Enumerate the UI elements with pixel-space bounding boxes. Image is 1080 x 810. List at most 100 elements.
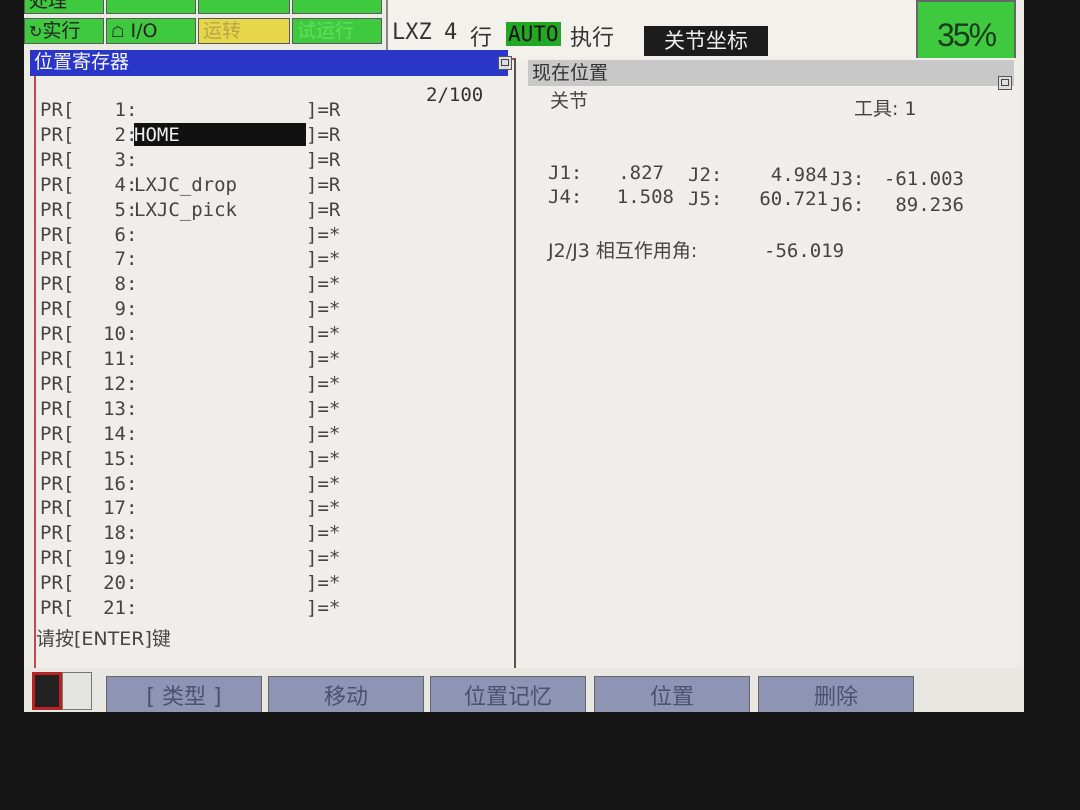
process-button[interactable]: 处理 bbox=[24, 0, 104, 14]
register-comment[interactable] bbox=[134, 447, 306, 470]
register-number: 21 bbox=[103, 597, 126, 619]
register-colon: : bbox=[126, 323, 138, 346]
register-number: 6 bbox=[114, 223, 126, 246]
register-row[interactable]: PR[18:]=* bbox=[40, 521, 340, 546]
io-status[interactable]: ☖ I/O bbox=[106, 18, 196, 44]
register-prefix: PR[ bbox=[40, 372, 75, 395]
register-comment[interactable]: LXJC_pick bbox=[134, 198, 306, 221]
f3-record-button[interactable]: 位置记忆 bbox=[430, 676, 586, 712]
register-comment[interactable] bbox=[134, 496, 306, 519]
register-number: 11 bbox=[103, 348, 126, 370]
execute-icon: ↻ bbox=[29, 22, 43, 41]
register-row[interactable]: PR[2:HOME]=R bbox=[40, 122, 340, 148]
prev-page-indicator[interactable] bbox=[32, 672, 62, 710]
register-row[interactable]: PR[10:]=* bbox=[40, 322, 340, 347]
register-comment[interactable] bbox=[134, 596, 306, 619]
register-colon: : bbox=[126, 372, 138, 395]
register-row[interactable]: PR[20:]=* bbox=[40, 571, 340, 596]
register-number: 2 bbox=[114, 123, 126, 146]
register-row[interactable]: PR[14:]=* bbox=[40, 422, 340, 447]
register-status: ]=* bbox=[306, 348, 341, 370]
register-status: ]=* bbox=[306, 397, 341, 420]
register-colon: : bbox=[126, 348, 138, 370]
register-row[interactable]: PR[16:]=* bbox=[40, 472, 340, 497]
register-comment[interactable] bbox=[134, 322, 306, 345]
register-prefix: PR[ bbox=[40, 223, 75, 246]
status-slot-4[interactable] bbox=[292, 0, 382, 14]
joint-value: -61.003 bbox=[883, 168, 964, 190]
enter-prompt: 请按[ENTER]键 bbox=[36, 628, 171, 650]
register-comment[interactable] bbox=[134, 472, 306, 495]
register-row[interactable]: PR[8:]=* bbox=[40, 272, 340, 297]
register-prefix: PR[ bbox=[40, 348, 75, 370]
register-comment[interactable] bbox=[134, 297, 306, 320]
register-row[interactable]: PR[12:]=* bbox=[40, 372, 340, 397]
register-comment[interactable] bbox=[134, 521, 306, 544]
register-row[interactable]: PR[13:]=* bbox=[40, 397, 340, 422]
register-comment[interactable] bbox=[134, 223, 306, 246]
register-status: ]=* bbox=[306, 372, 341, 395]
register-row[interactable]: PR[4:LXJC_drop]=R bbox=[40, 173, 340, 198]
register-comment[interactable] bbox=[134, 397, 306, 420]
run-status[interactable]: 运转 bbox=[198, 18, 290, 44]
f4-position-button[interactable]: 位置 bbox=[594, 676, 750, 712]
f5-delete-button[interactable]: 删除 bbox=[758, 676, 914, 712]
execute-status[interactable]: ↻实行 bbox=[24, 18, 104, 44]
right-panel-title: 现在位置 bbox=[528, 60, 1014, 86]
register-prefix: PR[ bbox=[40, 198, 75, 221]
register-number: 7 bbox=[114, 248, 126, 271]
register-prefix: PR[ bbox=[40, 597, 75, 619]
register-status: ]=* bbox=[306, 248, 341, 271]
status-slot-2[interactable] bbox=[106, 0, 196, 14]
register-colon: : bbox=[126, 497, 138, 520]
register-comment[interactable] bbox=[134, 98, 306, 121]
register-row[interactable]: PR[15:]=* bbox=[40, 447, 340, 472]
register-number: 14 bbox=[103, 422, 126, 445]
register-comment[interactable] bbox=[134, 571, 306, 594]
register-number: 1 bbox=[114, 99, 126, 121]
register-colon: : bbox=[126, 223, 138, 246]
register-prefix: PR[ bbox=[40, 173, 75, 196]
maximize-icon[interactable] bbox=[498, 56, 512, 70]
test-run-status[interactable]: 试运行 bbox=[292, 18, 382, 44]
register-colon: : bbox=[126, 298, 138, 321]
joint-value: 89.236 bbox=[895, 194, 964, 216]
register-comment[interactable] bbox=[134, 272, 306, 295]
register-prefix: PR[ bbox=[40, 123, 75, 146]
f2-move-button[interactable]: 移动 bbox=[268, 676, 424, 712]
register-row[interactable]: PR[3:]=R bbox=[40, 148, 340, 173]
register-comment[interactable] bbox=[134, 148, 306, 171]
interaction-angle-value: -56.019 bbox=[764, 240, 845, 262]
register-row[interactable]: PR[21:]=* bbox=[40, 596, 340, 621]
maximize-icon[interactable] bbox=[998, 76, 1012, 90]
status-slot-3[interactable] bbox=[198, 0, 290, 14]
register-row[interactable]: PR[ 7: ]=* bbox=[40, 247, 340, 272]
mode-badge: AUTO bbox=[506, 22, 561, 46]
register-row[interactable]: PR[17:]=* bbox=[40, 496, 340, 521]
joint-value: 1.508 bbox=[616, 186, 674, 208]
register-status: ]=R bbox=[306, 198, 341, 221]
register-row[interactable]: PR[19:]=* bbox=[40, 546, 340, 571]
register-row[interactable]: PR[6:]=* bbox=[40, 223, 340, 248]
register-comment[interactable] bbox=[134, 347, 306, 370]
speed-override: 35% bbox=[916, 0, 1016, 62]
register-prefix: PR[ bbox=[40, 248, 75, 271]
register-colon: : bbox=[126, 248, 138, 271]
joint-label: J6: bbox=[830, 194, 865, 216]
register-status: ]=* bbox=[306, 273, 341, 296]
register-row[interactable]: PR[5:LXJC_pick]=R bbox=[40, 198, 340, 223]
register-comment[interactable] bbox=[134, 546, 306, 569]
register-row[interactable]: PR[ 11: ]=* bbox=[40, 347, 340, 372]
register-row[interactable]: PR[1:]=R bbox=[40, 98, 340, 123]
register-comment-selected[interactable]: HOME bbox=[134, 122, 306, 146]
coordinate-mode: 关节坐标 bbox=[644, 26, 768, 56]
register-comment[interactable] bbox=[134, 422, 306, 445]
register-status: ]=R bbox=[306, 99, 341, 121]
register-row[interactable]: PR[9:]=* bbox=[40, 297, 340, 322]
register-comment[interactable] bbox=[134, 372, 306, 395]
register-status: ]=R bbox=[306, 148, 341, 171]
register-comment[interactable]: LXJC_drop bbox=[134, 173, 306, 196]
register-status: ]=* bbox=[306, 472, 341, 495]
register-comment[interactable] bbox=[134, 247, 306, 270]
f1-type-button[interactable]: [ 类型 ] bbox=[106, 676, 262, 712]
